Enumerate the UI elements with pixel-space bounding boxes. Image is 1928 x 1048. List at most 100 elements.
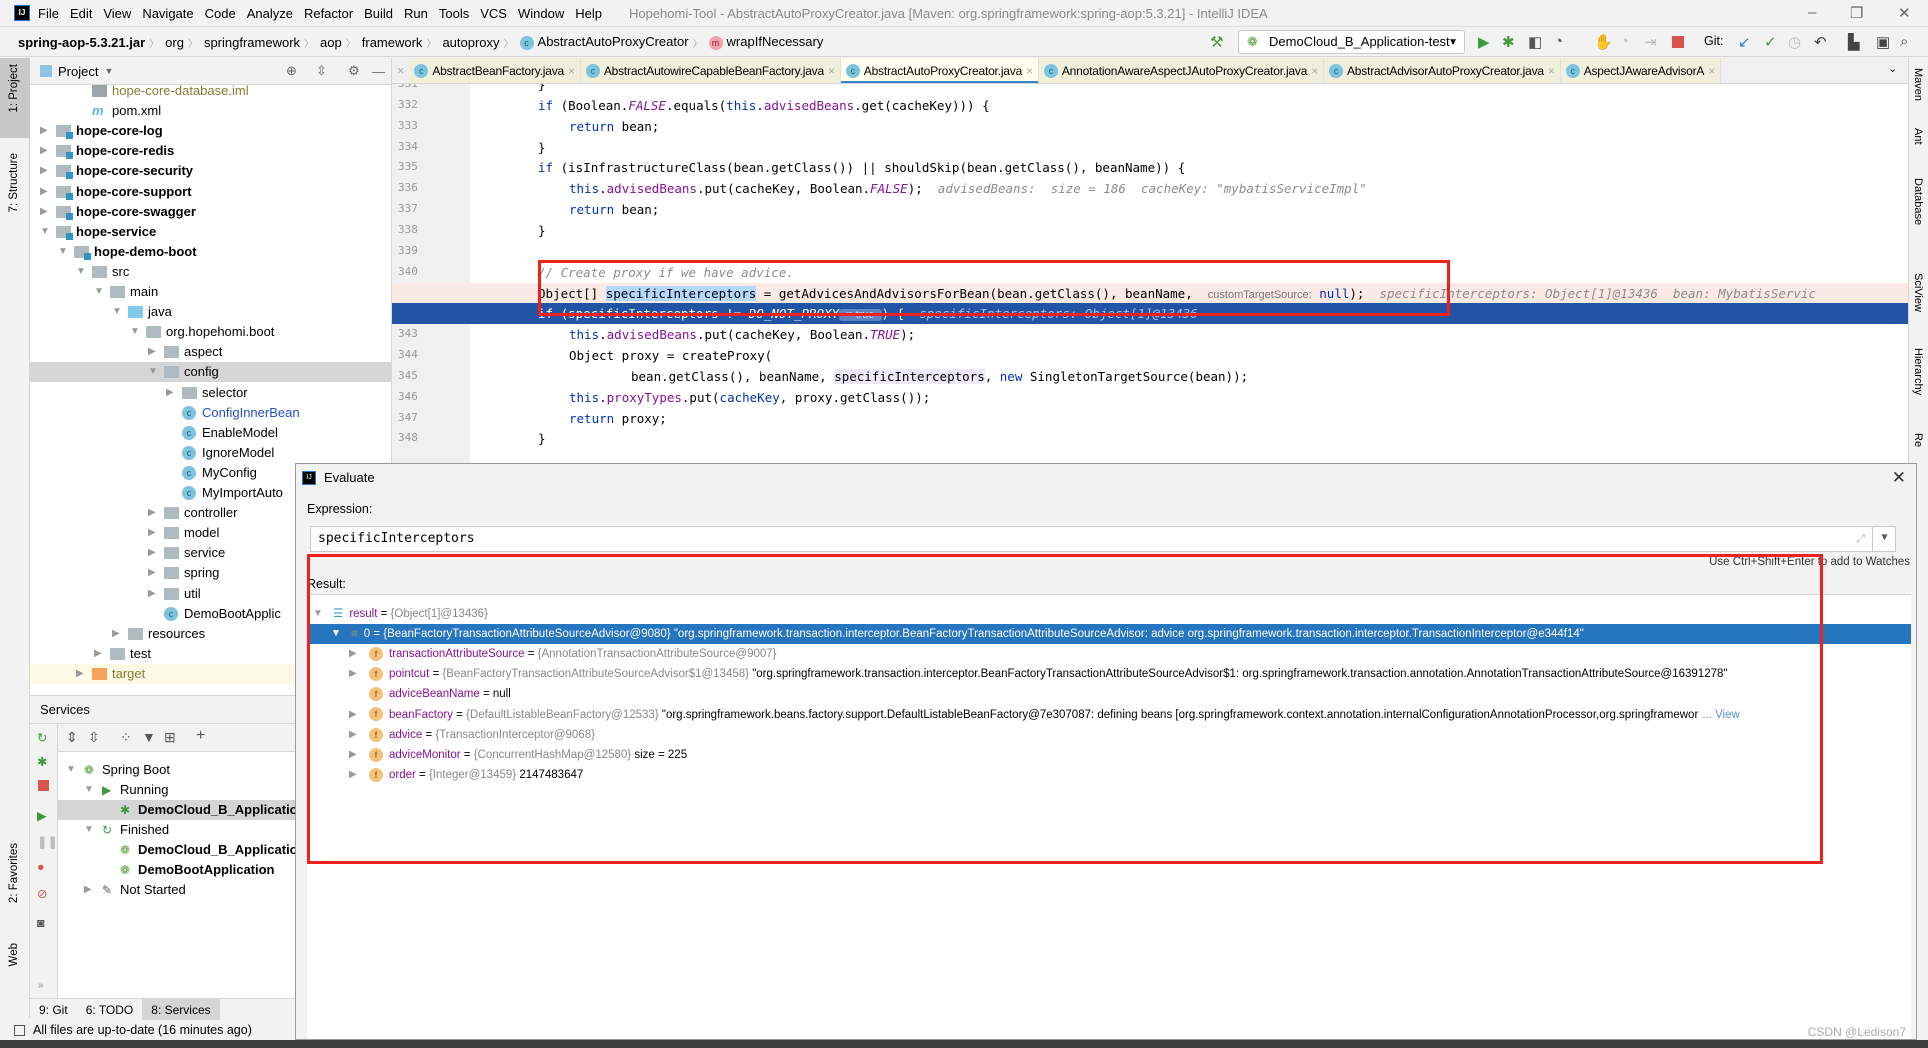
menu-refactor[interactable]: Refactor xyxy=(304,6,353,21)
breadcrumb-item[interactable]: org xyxy=(165,35,184,50)
result-row[interactable]: ▶ f order = {Integer@13459} 2147483647 xyxy=(307,765,1911,785)
rerun-icon[interactable]: ↻ xyxy=(37,730,47,745)
close-tab-icon[interactable]: × xyxy=(828,64,835,78)
stop-icon[interactable] xyxy=(38,780,49,791)
expanded-arrow-icon[interactable]: ▼ xyxy=(112,302,122,322)
tab-abstractadvisorautoproxycreator-java[interactable]: c AbstractAdvisorAutoProxyCreator.java × xyxy=(1324,58,1561,83)
expression-input[interactable]: specificInterceptors ⤢ ▼ xyxy=(310,526,1896,552)
collapsed-arrow-icon[interactable]: ▶ xyxy=(349,705,357,725)
tool-tab-re[interactable]: Re xyxy=(1912,433,1924,447)
project-tree-item[interactable]: c EnableModel xyxy=(30,423,391,443)
profile-icon[interactable]: ◔ xyxy=(1554,33,1563,50)
close-tab-icon[interactable]: × xyxy=(1311,64,1318,78)
result-row[interactable]: ▶ f transactionAttributeSource = {Annotati… xyxy=(307,644,1911,664)
git-commit-icon[interactable]: ✓ xyxy=(1764,33,1777,51)
project-tree-item[interactable]: ▶ hope-core-security xyxy=(30,161,391,181)
pause-icon[interactable]: ❚❚ xyxy=(37,834,58,849)
tab-abstractbeanfactory-java[interactable]: c AbstractBeanFactory.java × xyxy=(409,58,581,83)
bottom-tab-git[interactable]: 9: Git xyxy=(30,999,77,1021)
project-tree-item[interactable]: ▼ hope-service xyxy=(30,222,391,242)
resume-icon[interactable]: ▶ xyxy=(37,808,47,823)
breadcrumb-item[interactable]: springframework xyxy=(204,35,300,50)
bottom-tab-services[interactable]: 8: Services xyxy=(142,998,220,1021)
menu-vcs[interactable]: VCS xyxy=(480,6,507,21)
project-tree-item[interactable]: ▶ aspect xyxy=(30,342,391,362)
expanded-arrow-icon[interactable]: ▼ xyxy=(40,222,50,242)
expanded-arrow-icon[interactable]: ▼ xyxy=(84,780,94,800)
collapsed-arrow-icon[interactable]: ▶ xyxy=(349,725,357,745)
collapsed-arrow-icon[interactable]: ▶ xyxy=(40,121,48,141)
close-tab-icon[interactable]: × xyxy=(1708,64,1715,78)
tool-tab-maven[interactable]: Maven xyxy=(1912,68,1924,101)
collapsed-arrow-icon[interactable]: ▶ xyxy=(40,161,48,181)
breakpoints-icon[interactable]: ● xyxy=(37,860,45,874)
expand-icon[interactable]: ⤢ xyxy=(1856,527,1865,551)
close-window-button[interactable]: ✕ xyxy=(1898,4,1911,22)
result-row[interactable]: ▶ f beanFactory = {DefaultListableBeanFact… xyxy=(307,705,1911,725)
project-tool-tab[interactable]: 1: Project xyxy=(0,58,30,138)
close-tab-icon[interactable]: × xyxy=(568,64,575,78)
attach-icon[interactable]: ✋ xyxy=(1594,33,1613,51)
collapsed-arrow-icon[interactable]: ▶ xyxy=(349,745,357,765)
expanded-arrow-icon[interactable]: ▼ xyxy=(76,262,86,282)
close-tab-icon[interactable]: × xyxy=(1026,64,1033,78)
new-tab-icon[interactable]: ⊞ xyxy=(164,729,176,746)
project-tree-item[interactable]: ▶ selector xyxy=(30,383,391,403)
project-tree-item[interactable]: ▼ config xyxy=(30,362,391,383)
service-item[interactable]: ❁ DemoCloud_B_Application xyxy=(58,840,306,860)
menu-window[interactable]: Window xyxy=(518,6,564,21)
result-row[interactable]: ▶ f pointcut = {BeanFactoryTransactionAttr… xyxy=(307,664,1911,684)
service-item[interactable]: ▼ ❁ Spring Boot xyxy=(58,760,296,780)
tool-tab-hierarchy[interactable]: Hierarchy xyxy=(1912,348,1924,395)
result-row[interactable]: ▶ f adviceMonitor = {ConcurrentHashMap@125… xyxy=(307,745,1911,765)
menu-view[interactable]: View xyxy=(103,6,131,21)
close-dialog-button[interactable]: ✕ xyxy=(1892,468,1906,488)
breadcrumb-item[interactable]: aop xyxy=(320,35,342,50)
history-icon[interactable]: ◷ xyxy=(1788,33,1801,51)
update-icon[interactable]: ◔ xyxy=(1620,33,1629,50)
hide-icon[interactable]: — xyxy=(372,64,385,79)
project-tree-item[interactable]: ▼ src xyxy=(30,262,391,282)
project-tree-item[interactable]: ▶ hope-core-log xyxy=(30,121,391,141)
collapsed-arrow-icon[interactable]: ▶ xyxy=(166,383,174,403)
result-row[interactable]: f adviceBeanName = null xyxy=(307,684,1911,704)
collapsed-arrow-icon[interactable]: ▶ xyxy=(76,664,84,684)
collapsed-arrow-icon[interactable]: ▶ xyxy=(349,765,357,785)
service-item[interactable]: ▼ ▶ Running xyxy=(58,780,296,800)
collapse-all-icon[interactable]: ⇳ xyxy=(316,63,327,79)
collapsed-arrow-icon[interactable]: ▶ xyxy=(40,141,48,161)
project-tree-item[interactable]: c IgnoreModel xyxy=(30,443,391,463)
tool-tab-ant[interactable]: Ant xyxy=(1912,128,1924,145)
coverage-icon[interactable]: ◧ xyxy=(1528,33,1542,51)
collapsed-arrow-icon[interactable]: ▶ xyxy=(40,202,48,222)
collapsed-arrow-icon[interactable]: ▶ xyxy=(349,644,357,664)
layout-icon[interactable]: ▣ xyxy=(1876,33,1890,51)
collapsed-arrow-icon[interactable]: ▶ xyxy=(40,182,48,202)
project-structure-icon[interactable]: ▙ xyxy=(1848,33,1860,51)
collapsed-arrow-icon[interactable]: ▶ xyxy=(349,664,357,684)
breadcrumb-item[interactable]: framework xyxy=(362,35,423,50)
collapsed-arrow-icon[interactable]: ▶ xyxy=(148,584,156,604)
project-tree-item[interactable]: ▶ hope-core-redis xyxy=(30,141,391,161)
menu-build[interactable]: Build xyxy=(364,6,393,21)
project-tree-item[interactable]: ▶ hope-core-swagger xyxy=(30,202,391,222)
breadcrumb-item[interactable]: m wrapIfNecessary xyxy=(708,34,823,50)
breadcrumb-item[interactable]: spring-aop-5.3.21.jar xyxy=(18,35,145,50)
search-icon[interactable]: ⌕ xyxy=(1900,33,1908,50)
project-view-select[interactable]: Project xyxy=(58,64,98,79)
bottom-tab-todo[interactable]: 6: TODO xyxy=(77,999,143,1021)
build-hammer-icon[interactable]: ⚒ xyxy=(1210,33,1223,51)
expanded-arrow-icon[interactable]: ▼ xyxy=(66,760,76,780)
expand-all-icon[interactable]: ⇕ xyxy=(66,729,78,746)
expanded-arrow-icon[interactable]: ▼ xyxy=(84,820,94,840)
expanded-arrow-icon[interactable]: ▼ xyxy=(331,624,341,644)
service-item[interactable]: ▼ ↻ Finished xyxy=(58,820,296,840)
project-tree-item[interactable]: hope-core-database.iml xyxy=(30,81,391,101)
breadcrumb-item[interactable]: autoproxy xyxy=(442,35,499,50)
collapsed-arrow-icon[interactable]: ▶ xyxy=(148,342,156,362)
collapsed-arrow-icon[interactable]: ▶ xyxy=(94,644,102,664)
step-icon[interactable]: ⇥ xyxy=(1644,33,1657,51)
menu-code[interactable]: Code xyxy=(205,6,236,21)
web-tool-tab[interactable]: Web xyxy=(8,943,20,966)
menu-navigate[interactable]: Navigate xyxy=(142,6,193,21)
